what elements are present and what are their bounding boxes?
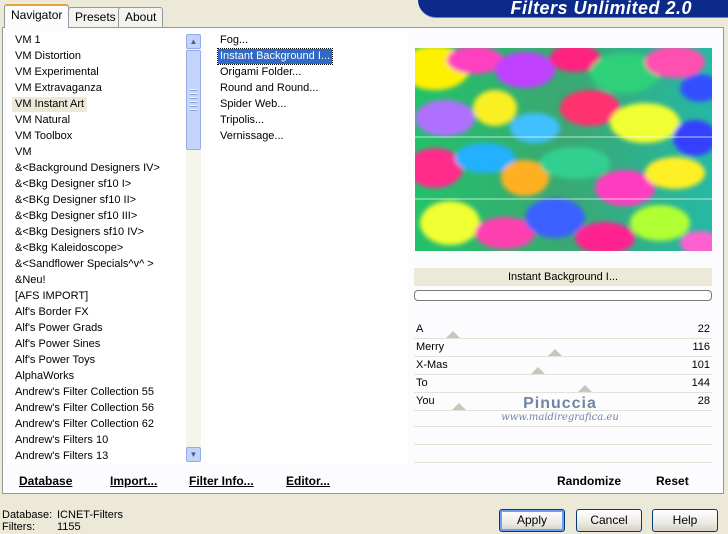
- list-item[interactable]: VM Toolbox: [12, 129, 75, 144]
- app-title-banner: Filters Unlimited 2.0: [418, 0, 728, 18]
- status-filters: Filters: 1155: [2, 521, 81, 533]
- list-item[interactable]: Origami Folder...: [218, 65, 303, 80]
- list-item[interactable]: VM Natural: [12, 113, 73, 128]
- param-value: 28: [697, 395, 710, 407]
- list-item[interactable]: &Neu!: [12, 273, 49, 288]
- slider-knob-icon[interactable]: [577, 385, 592, 392]
- param-name: To: [416, 377, 428, 389]
- param-name: Merry: [416, 341, 445, 353]
- filter-list[interactable]: Fog... Instant Background I... Origami Fol…: [206, 32, 408, 464]
- list-item[interactable]: Alf's Power Grads: [12, 321, 106, 336]
- preview-pattern: [415, 48, 712, 251]
- apply-button[interactable]: Apply: [499, 509, 565, 532]
- list-item[interactable]: Andrew's Filter Collection 62: [12, 417, 157, 432]
- slider-track[interactable]: [414, 392, 712, 393]
- status-database-value: ICNET-Filters: [57, 509, 123, 521]
- status-database-label: Database:: [2, 509, 53, 521]
- list-item[interactable]: Andrew's Filters 13: [12, 449, 111, 464]
- slider-track[interactable]: [414, 338, 712, 339]
- list-item[interactable]: AlphaWorks: [12, 369, 77, 384]
- list-item[interactable]: Spider Web...: [218, 97, 288, 112]
- list-item[interactable]: &<Bkg Designers sf10 IV>: [12, 225, 147, 240]
- param-value: 116: [692, 341, 710, 353]
- param-slider-row[interactable]: To 144: [414, 376, 712, 393]
- list-item[interactable]: &<Bkg Designer sf10 III>: [12, 209, 140, 224]
- list-item[interactable]: Vernissage...: [218, 129, 286, 144]
- slider-track[interactable]: [414, 356, 712, 357]
- param-value: 22: [697, 323, 710, 335]
- tab-presets[interactable]: Presets: [68, 7, 123, 27]
- randomize-button[interactable]: Randomize: [557, 474, 621, 488]
- list-item[interactable]: Instant Background I...: [216, 48, 334, 65]
- category-list[interactable]: VM 1 VM Distortion VM Experimental VM Extra…: [6, 32, 202, 464]
- slider-knob-icon[interactable]: [445, 331, 460, 338]
- database-button-label: Database: [19, 474, 73, 488]
- status-filters-label: Filters:: [2, 521, 35, 533]
- list-item[interactable]: &<Bkg Kaleidoscope>: [12, 241, 126, 256]
- list-item[interactable]: Andrew's Filter Collection 56: [12, 401, 157, 416]
- cancel-button[interactable]: Cancel: [576, 509, 642, 532]
- database-button[interactable]: Database: [19, 474, 72, 488]
- list-item[interactable]: [AFS IMPORT]: [12, 289, 91, 304]
- list-item[interactable]: Fog...: [218, 33, 250, 48]
- help-button[interactable]: Help: [652, 509, 718, 532]
- category-scrollbar[interactable]: ▲ ▼: [186, 34, 201, 462]
- param-name: A: [416, 323, 424, 335]
- param-value: 101: [691, 359, 710, 371]
- param-slider-row[interactable]: A 22: [414, 322, 712, 339]
- param-slider-row[interactable]: Merry 116: [414, 340, 712, 357]
- list-item[interactable]: VM Instant Art: [12, 97, 88, 112]
- list-item[interactable]: Alf's Power Toys: [12, 353, 98, 368]
- slider-knob-icon[interactable]: [547, 349, 562, 356]
- reset-button[interactable]: Reset: [656, 474, 689, 488]
- preview-image: [415, 48, 712, 251]
- slider-knob-icon[interactable]: [531, 367, 546, 374]
- list-item[interactable]: Alf's Power Sines: [12, 337, 103, 352]
- scroll-thumb[interactable]: [186, 50, 201, 150]
- watermark: Pinuccia www.maidiregrafica.eu: [470, 395, 650, 423]
- list-item[interactable]: VM Extravaganza: [12, 81, 105, 96]
- progress-bar: [414, 290, 712, 301]
- status-database: Database: ICNET-Filters: [2, 509, 123, 521]
- param-value: 144: [691, 377, 710, 389]
- filter-info-button-label: Filter Info...: [189, 474, 254, 488]
- arrow-down-icon[interactable]: ▼: [186, 447, 201, 462]
- list-item[interactable]: VM 1: [12, 33, 44, 48]
- list-item[interactable]: VM Distortion: [12, 49, 84, 64]
- import-button-label: Import...: [110, 474, 158, 488]
- import-button[interactable]: Import...: [110, 474, 157, 488]
- editor-button[interactable]: Editor...: [286, 474, 330, 488]
- list-item[interactable]: &<Bkg Designer sf10 I>: [12, 177, 134, 192]
- watermark-name: Pinuccia: [523, 395, 597, 412]
- list-item[interactable]: Tripolis...: [218, 113, 266, 128]
- list-item[interactable]: Alf's Border FX: [12, 305, 92, 320]
- empty-param-row: [414, 446, 712, 463]
- watermark-url: www.maidiregrafica.eu: [501, 412, 619, 423]
- grip-icon: [190, 89, 197, 111]
- list-item[interactable]: VM Experimental: [12, 65, 102, 80]
- empty-param-row: [414, 428, 712, 445]
- list-item[interactable]: &<Background Designers IV>: [12, 161, 163, 176]
- list-item[interactable]: Round and Round...: [218, 81, 320, 96]
- list-item[interactable]: Andrew's Filters 10: [12, 433, 111, 448]
- slider-track[interactable]: [414, 374, 712, 375]
- param-slider-row[interactable]: X-Mas 101: [414, 358, 712, 375]
- status-filters-value: 1155: [57, 521, 81, 533]
- arrow-up-icon[interactable]: ▲: [186, 34, 201, 49]
- param-name: X-Mas: [416, 359, 448, 371]
- editor-button-label: Editor...: [286, 474, 331, 488]
- list-item[interactable]: &<BKg Designer sf10 II>: [12, 193, 139, 208]
- slider-knob-icon[interactable]: [452, 403, 467, 410]
- tab-about[interactable]: About: [118, 7, 164, 27]
- param-name: You: [416, 395, 435, 407]
- filter-info-button[interactable]: Filter Info...: [189, 474, 254, 488]
- list-item[interactable]: VM: [12, 145, 35, 160]
- preview-caption: Instant Background I...: [414, 268, 712, 286]
- list-item[interactable]: &<Sandflower Specials^v^ >: [12, 257, 157, 272]
- tab-navigator[interactable]: Navigator: [4, 4, 70, 28]
- list-item[interactable]: Andrew's Filter Collection 55: [12, 385, 157, 400]
